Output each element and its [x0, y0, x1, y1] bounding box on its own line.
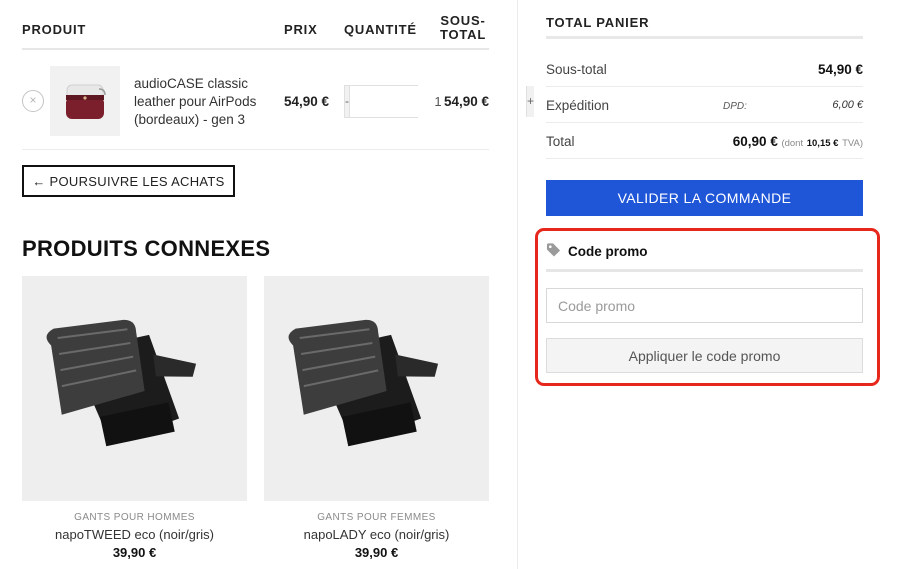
cart-item-row: × audioCASE classic leather pour AirPods…	[22, 50, 535, 150]
promo-divider	[546, 269, 863, 272]
apply-promo-button[interactable]: Appliquer le code promo	[546, 338, 863, 373]
quantity-stepper: - +	[344, 85, 535, 118]
item-price: 54,90 €	[284, 94, 330, 109]
shipping-value: 6,00 €	[832, 99, 863, 111]
remove-item-button[interactable]: ×	[22, 90, 44, 112]
total-value-group: 60,90 € (dont 10,15 € TVA)	[733, 134, 863, 149]
airpods-case-image[interactable]	[50, 66, 120, 136]
gloves-image[interactable]	[264, 276, 489, 501]
header-product: PRODUIT	[22, 22, 87, 37]
product-price: 39,90 €	[354, 545, 399, 560]
item-subtotal: 54,90 €	[443, 94, 489, 109]
product-price: 39,90 €	[112, 545, 157, 560]
continue-shopping-button[interactable]: ← POURSUIVRE LES ACHATS	[22, 165, 235, 197]
cart-totals-title: TOTAL PANIER	[546, 15, 650, 30]
promo-header: Code promo	[546, 242, 648, 260]
tax-value: 10,15 €	[806, 138, 839, 149]
related-product-card: GANTS POUR HOMMES napoTWEED eco (noir/gr…	[22, 276, 247, 560]
product-category: GANTS POUR HOMMES	[74, 512, 195, 523]
header-subtotal: SOUS- TOTAL	[437, 14, 489, 42]
item-name-link[interactable]: audioCASE classic leather pour AirPods (…	[134, 75, 274, 129]
tax-prefix: (dont	[781, 138, 804, 149]
subtotal-value: 54,90 €	[817, 62, 863, 77]
subtotal-label: Sous-total	[546, 62, 607, 77]
tag-icon	[546, 242, 561, 260]
product-name-link[interactable]: napoTWEED eco (noir/gris)	[22, 527, 247, 542]
shipping-label: Expédition	[546, 98, 610, 113]
related-product-card: GANTS POUR FEMMES napoLADY eco (noir/gri…	[264, 276, 489, 560]
checkout-button[interactable]: VALIDER LA COMMANDE	[546, 180, 863, 216]
promo-title: Code promo	[568, 243, 648, 259]
cart-totals-divider	[546, 36, 863, 39]
total-label: Total	[546, 134, 575, 149]
related-products-title: PRODUITS CONNEXES	[22, 236, 271, 261]
header-subtotal-line2: TOTAL	[439, 27, 487, 42]
promo-code-input[interactable]	[546, 288, 863, 323]
cart-table-header: PRODUIT PRIX QUANTITÉ SOUS- TOTAL	[22, 14, 489, 50]
shipping-row: Expédition DPD: 6,00 €	[546, 87, 863, 123]
product-category: GANTS POUR FEMMES	[317, 512, 436, 523]
quantity-increase-button[interactable]: +	[527, 86, 535, 117]
header-subtotal-line1: SOUS-	[440, 13, 486, 28]
tax-suffix: TVA)	[842, 138, 863, 149]
column-divider	[517, 0, 518, 569]
product-name-link[interactable]: napoLADY eco (noir/gris)	[264, 527, 489, 542]
total-row: Total 60,90 € (dont 10,15 € TVA)	[546, 123, 863, 159]
subtotal-row: Sous-total 54,90 €	[546, 51, 863, 87]
header-price: PRIX	[284, 22, 318, 37]
total-value: 60,90 €	[732, 134, 778, 149]
shipping-method: DPD:	[723, 101, 747, 112]
gloves-image[interactable]	[22, 276, 247, 501]
quantity-input[interactable]	[349, 86, 527, 117]
header-quantity: QUANTITÉ	[344, 22, 417, 37]
